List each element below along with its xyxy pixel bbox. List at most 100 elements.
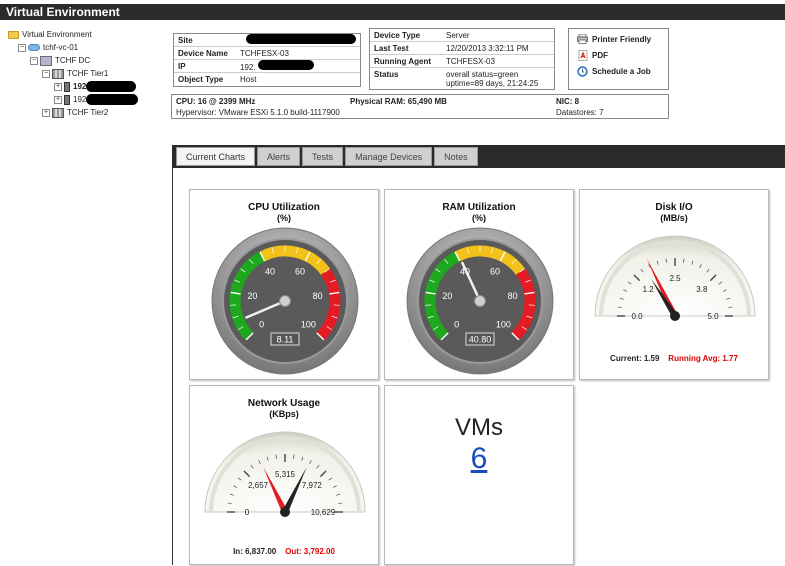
tree-node-host-1[interactable]: + 192 — [8, 80, 168, 93]
disk-gauge: 0.01.22.53.85.0 — [580, 190, 770, 381]
expand-icon[interactable]: + — [54, 83, 62, 91]
status-row: Status overall status=green uptime=89 da… — [370, 68, 554, 90]
page-title: Virtual Environment — [6, 5, 120, 19]
network-in: In: 6,837.00 — [233, 547, 276, 556]
network-gauge: 02,6575,3157,97210,629 — [190, 386, 380, 566]
ip-row: IP 192. — [174, 60, 360, 73]
host-specs-box: CPU: 16 @ 2399 MHz Physical RAM: 65,490 … — [171, 94, 669, 119]
ram-spec: Physical RAM: 65,490 MB — [350, 97, 447, 106]
object-type-row: Object Type Host — [174, 73, 360, 86]
tab-current-charts[interactable]: Current Charts — [176, 147, 255, 166]
network-footer: In: 6,837.00 Out: 3,792.00 — [190, 547, 378, 556]
device-name-value: TCHFESX-03 — [238, 49, 360, 58]
tab-tests[interactable]: Tests — [302, 147, 343, 166]
server-icon — [64, 95, 70, 105]
tree-node-tier2[interactable]: + TCHF Tier2 — [8, 106, 168, 119]
datacenter-icon — [40, 56, 52, 66]
network-usage-panel: Network Usage (KBps) 02,6575,3157,97210,… — [189, 385, 379, 565]
printer-friendly-link[interactable]: Printer Friendly — [577, 31, 668, 47]
ram-tick-label: 20 — [442, 291, 452, 301]
printer-friendly-label: Printer Friendly — [592, 35, 651, 44]
device-type-row: Device Type Server — [370, 29, 554, 42]
running-agent-value: TCHFESX-03 — [444, 57, 554, 66]
tree-node-vcenter[interactable]: − tchf-vc-01 — [8, 41, 168, 54]
status-info-box: Device Type Server Last Test 12/20/2013 … — [369, 28, 555, 90]
page-header: Virtual Environment — [0, 4, 785, 20]
disk-current: Current: 1.59 — [610, 354, 659, 363]
cpu-tick-label: 0 — [259, 319, 264, 329]
vcenter-icon — [28, 44, 40, 51]
cluster-icon — [52, 69, 64, 79]
collapse-icon[interactable]: − — [42, 70, 50, 78]
cpu-tick-label: 20 — [247, 291, 257, 301]
vms-count-link[interactable]: 6 — [385, 442, 573, 476]
pdf-label: PDF — [592, 51, 608, 60]
last-test-row: Last Test 12/20/2013 3:32:11 PM — [370, 42, 554, 55]
net-tick-label: 7,972 — [302, 481, 323, 490]
ram-gauge: 02040608010040.80 — [385, 190, 575, 381]
nic-spec: NIC: 8 — [556, 97, 579, 106]
status-label: Status — [370, 70, 444, 79]
collapse-icon[interactable]: − — [30, 57, 38, 65]
tree-label-tier2: TCHF Tier2 — [67, 108, 108, 117]
device-info-box: Site Device Name TCHFESX-03 IP 192. Obje… — [173, 33, 361, 87]
cpu-tick-label: 60 — [295, 267, 305, 277]
disk-tick-label: 1.2 — [643, 285, 655, 294]
tree-node-tier1[interactable]: − TCHF Tier1 — [8, 67, 168, 80]
expand-icon[interactable]: + — [54, 96, 62, 104]
last-test-value: 12/20/2013 3:32:11 PM — [444, 44, 554, 53]
printer-icon — [577, 34, 588, 45]
ram-tick-label: 100 — [496, 319, 511, 329]
pdf-icon — [577, 50, 588, 61]
schedule-job-label: Schedule a Job — [592, 67, 651, 76]
running-agent-row: Running Agent TCHFESX-03 — [370, 55, 554, 68]
expand-icon[interactable]: + — [42, 109, 50, 117]
server-icon — [64, 82, 70, 92]
cpu-hub — [280, 296, 291, 307]
tab-alerts[interactable]: Alerts — [257, 147, 300, 166]
tab-manage-devices[interactable]: Manage Devices — [345, 147, 432, 166]
status-line-2: uptime=89 days, 21:24:25 — [446, 79, 554, 88]
redaction-mark — [86, 94, 138, 105]
ram-tick-label: 80 — [508, 291, 518, 301]
clock-icon — [577, 66, 588, 77]
navigation-tree: Virtual Environment − tchf-vc-01 − TCHF … — [8, 28, 168, 119]
disk-footer: Current: 1.59 Running Avg: 1.77 — [580, 354, 768, 363]
ram-utilization-panel: RAM Utilization (%) 02040608010040.80 — [384, 189, 574, 380]
ram-tick-label: 60 — [490, 267, 500, 277]
disk-running-avg: Running Avg: 1.77 — [668, 354, 738, 363]
pdf-link[interactable]: PDF — [577, 47, 668, 63]
collapse-icon[interactable]: − — [18, 44, 26, 52]
site-label: Site — [174, 36, 238, 45]
datastores-spec: Datastores: 7 — [556, 108, 604, 117]
tree-node-host-2[interactable]: + 192 — [8, 93, 168, 106]
site-row: Site — [174, 34, 360, 47]
tab-bar: Current Charts Alerts Tests Manage Devic… — [172, 145, 785, 168]
schedule-job-link[interactable]: Schedule a Job — [577, 63, 668, 79]
device-name-label: Device Name — [174, 49, 238, 58]
tree-label-datacenter: TCHF DC — [55, 56, 90, 65]
tab-notes[interactable]: Notes — [434, 147, 478, 166]
net-tick-label: 5,315 — [275, 470, 296, 479]
disk-tick-label: 3.8 — [696, 285, 708, 294]
ram-tick-label: 0 — [454, 319, 459, 329]
actions-box: Printer Friendly PDF Schedule a Job — [568, 28, 669, 90]
tree-node-root[interactable]: Virtual Environment — [8, 28, 168, 41]
net-hub — [280, 507, 290, 517]
cpu-gauge: 0204060801008.11 — [190, 190, 380, 381]
net-tick-label: 2,657 — [248, 481, 269, 490]
tree-node-datacenter[interactable]: − TCHF DC — [8, 54, 168, 67]
device-name-row: Device Name TCHFESX-03 — [174, 47, 360, 60]
running-agent-label: Running Agent — [370, 57, 444, 66]
cpu-spec: CPU: 16 @ 2399 MHz — [176, 97, 255, 106]
net-tick-label: 10,629 — [311, 508, 336, 517]
ram-hub — [475, 296, 486, 307]
tree-label-vcenter: tchf-vc-01 — [43, 43, 78, 52]
tree-label-root: Virtual Environment — [22, 30, 92, 39]
device-type-label: Device Type — [370, 31, 444, 40]
cluster-icon — [52, 108, 64, 118]
tree-label-host-1: 192 — [73, 82, 86, 91]
cpu-readout: 8.11 — [277, 335, 294, 345]
disk-tick-label: 5.0 — [707, 312, 719, 321]
vms-panel: VMs 6 — [384, 385, 574, 565]
